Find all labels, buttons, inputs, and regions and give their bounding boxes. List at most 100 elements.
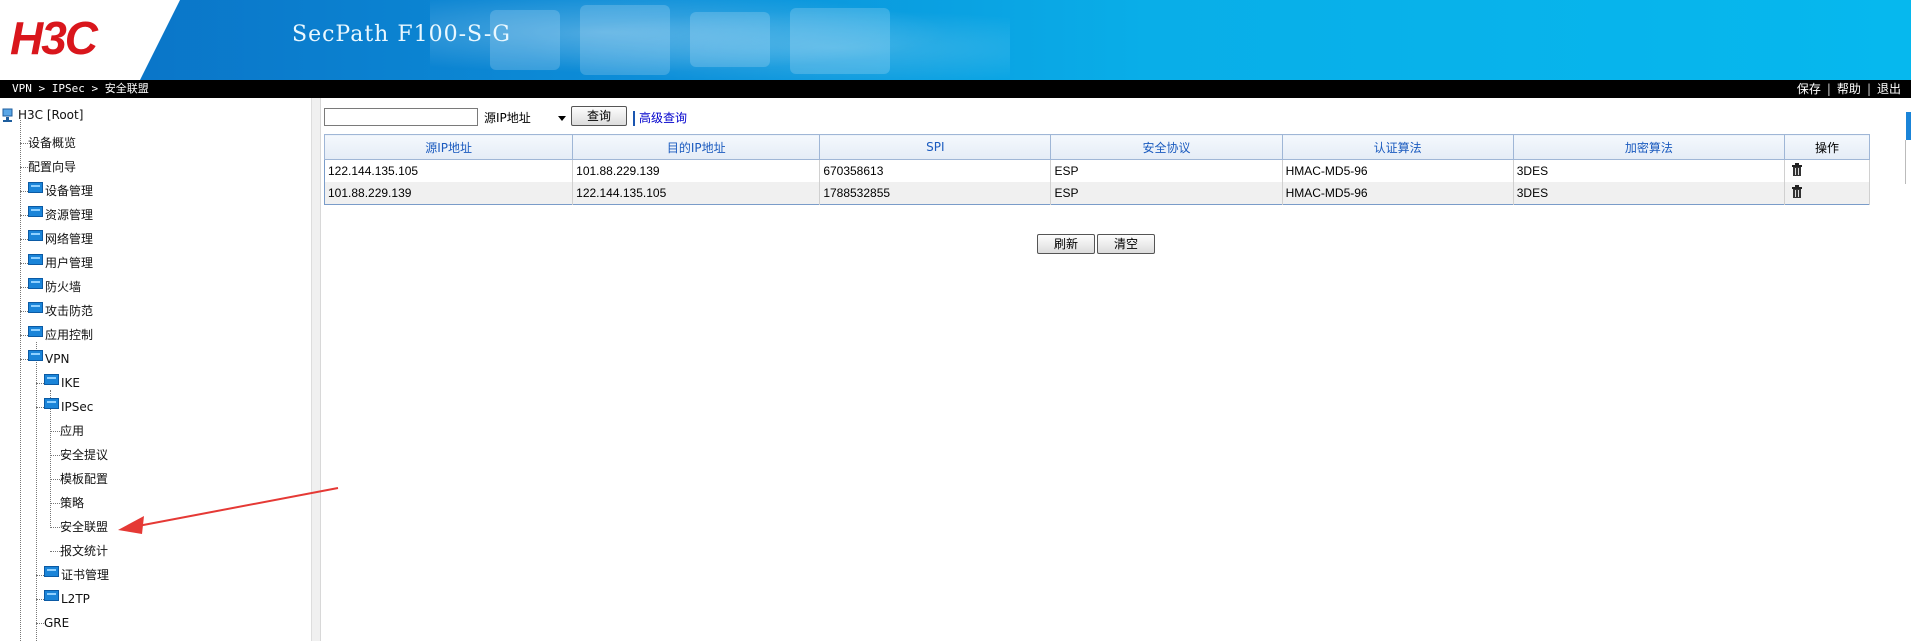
annotation-arrow-icon	[118, 487, 339, 534]
sidebar-item-label: 应用控制	[45, 328, 94, 342]
sidebar-item[interactable]: VPN	[28, 348, 69, 370]
tree-root[interactable]: H3C [Root]	[2, 104, 83, 126]
device-icon	[2, 108, 13, 122]
cell-src-ip: 122.144.135.105	[324, 159, 574, 182]
table-row: 122.144.135.105 101.88.229.139 670358613…	[324, 159, 1871, 182]
sidebar-item-label: 设备管理	[45, 184, 94, 198]
sidebar-item[interactable]: 配置向导	[28, 156, 76, 178]
sidebar-item[interactable]: 用户管理	[28, 252, 93, 274]
column-header-encryption-algorithm[interactable]: 加密算法	[1512, 134, 1785, 160]
sidebar-item-label: GRE	[44, 616, 70, 630]
sidebar-item[interactable]: 攻击防范	[28, 300, 93, 322]
sidebar-item-label: 设备概览	[28, 136, 77, 150]
folder-icon	[28, 254, 43, 265]
breadcrumb-separator: >	[91, 82, 105, 95]
folder-icon	[28, 350, 43, 361]
cell-protocol: ESP	[1050, 159, 1283, 182]
sidebar-item-label: IPSec	[61, 400, 94, 414]
brand-logo: H3C	[10, 12, 98, 64]
column-header-dst-ip[interactable]: 目的IP地址	[572, 134, 821, 160]
sidebar-item[interactable]: L2TP	[44, 588, 90, 610]
sidebar-item[interactable]: 安全联盟	[60, 516, 108, 538]
sidebar-item-label: 网络管理	[45, 232, 94, 246]
cell-spi: 1788532855	[819, 182, 1052, 205]
column-header-operation: 操作	[1783, 134, 1871, 160]
top-links: 保存 | 帮助 | 退出	[1791, 80, 1907, 98]
search-input[interactable]	[324, 108, 478, 126]
sidebar-item-label: IKE	[61, 376, 80, 390]
security-association-table: 源IP地址 目的IP地址 SPI 安全协议 认证算法 加密算法 操作 122.1…	[323, 134, 1871, 205]
folder-icon	[44, 566, 59, 577]
sidebar-item-label: 模板配置	[60, 472, 109, 486]
breadcrumb-item: VPN	[12, 82, 32, 95]
sidebar-scrollbar[interactable]	[311, 98, 320, 641]
column-header-auth-algorithm[interactable]: 认证算法	[1281, 134, 1514, 160]
clear-button[interactable]: 清空	[1097, 234, 1155, 254]
sidebar-item[interactable]: 设备管理	[28, 180, 93, 202]
delete-icon[interactable]	[1791, 163, 1802, 176]
folder-icon	[28, 302, 43, 313]
breadcrumb-item: 安全联盟	[104, 82, 149, 95]
cell-operation	[1784, 159, 1871, 182]
breadcrumb: VPN > IPSec > 安全联盟	[12, 80, 149, 98]
advanced-query-link[interactable]: 高级查询	[639, 111, 687, 126]
cell-dst-ip: 101.88.229.139	[572, 159, 821, 182]
sidebar-item[interactable]: GRE	[44, 612, 69, 634]
folder-icon	[28, 326, 43, 337]
sidebar-item[interactable]: 证书管理	[44, 564, 109, 586]
sidebar-item-label: 防火墙	[45, 280, 82, 294]
folder-icon	[28, 182, 43, 193]
search-field-value: 源IP地址	[484, 111, 531, 125]
folder-icon	[44, 590, 59, 601]
folder-icon	[28, 278, 43, 289]
breadcrumb-separator: >	[38, 82, 52, 95]
sidebar-item-label: 安全联盟	[60, 520, 109, 534]
cell-auth-algorithm: HMAC-MD5-96	[1282, 182, 1514, 205]
sidebar-item[interactable]: 应用	[60, 420, 84, 442]
sidebar-item[interactable]: IKE	[44, 372, 80, 394]
right-panel-tab-lower[interactable]	[1905, 140, 1911, 184]
refresh-button[interactable]: 刷新	[1037, 234, 1095, 254]
sidebar-item[interactable]: 报文统计	[60, 540, 108, 562]
cell-dst-ip: 122.144.135.105	[572, 182, 821, 205]
sidebar-item[interactable]: IPSec	[44, 396, 93, 418]
delete-icon[interactable]	[1791, 185, 1802, 198]
query-button[interactable]: 查询	[571, 106, 627, 126]
sidebar-item-label: 资源管理	[45, 208, 94, 222]
chevron-down-icon	[558, 116, 566, 121]
sidebar-item[interactable]: 网络管理	[28, 228, 93, 250]
header-decoration	[430, 0, 1010, 80]
tree-connector	[36, 342, 37, 641]
cell-src-ip: 101.88.229.139	[324, 182, 574, 205]
cell-spi: 670358613	[819, 159, 1052, 182]
sidebar-item-label: 配置向导	[28, 160, 77, 174]
sidebar-item-label: 报文统计	[60, 544, 109, 558]
table-header-row: 源IP地址 目的IP地址 SPI 安全协议 认证算法 加密算法 操作	[323, 134, 1871, 160]
help-link[interactable]: 帮助	[1831, 82, 1867, 96]
sidebar-item[interactable]: 设备概览	[28, 132, 76, 154]
sidebar-item-label: 证书管理	[61, 568, 110, 582]
sidebar-item-label: VPN	[45, 352, 70, 366]
app-header: H3C SecPath F100-S-G	[0, 0, 1911, 80]
sidebar-item-label: 应用	[60, 424, 85, 438]
column-header-spi[interactable]: SPI	[819, 134, 1052, 160]
logout-link[interactable]: 退出	[1871, 82, 1907, 96]
column-header-protocol[interactable]: 安全协议	[1050, 134, 1283, 160]
sidebar-item[interactable]: 应用控制	[28, 324, 93, 346]
sidebar-item[interactable]: 防火墙	[28, 276, 81, 298]
search-field-select[interactable]: 源IP地址	[480, 108, 568, 128]
sidebar-item-label: 策略	[60, 496, 85, 510]
logo-area: H3C	[0, 0, 180, 80]
folder-icon	[44, 374, 59, 385]
sidebar-item[interactable]: 资源管理	[28, 204, 93, 226]
navigation-bar: VPN > IPSec > 安全联盟 保存 | 帮助 | 退出	[0, 80, 1911, 98]
cell-protocol: ESP	[1050, 182, 1283, 205]
save-link[interactable]: 保存	[1791, 82, 1827, 96]
sidebar-item[interactable]: 模板配置	[60, 468, 108, 490]
column-header-src-ip[interactable]: 源IP地址	[323, 134, 574, 160]
tree-connector	[20, 120, 21, 641]
sidebar-item[interactable]: 安全提议	[60, 444, 108, 466]
sidebar-item-label: 用户管理	[45, 256, 94, 270]
sidebar-item[interactable]: 策略	[60, 492, 84, 514]
product-name: SecPath F100-S-G	[292, 22, 511, 47]
